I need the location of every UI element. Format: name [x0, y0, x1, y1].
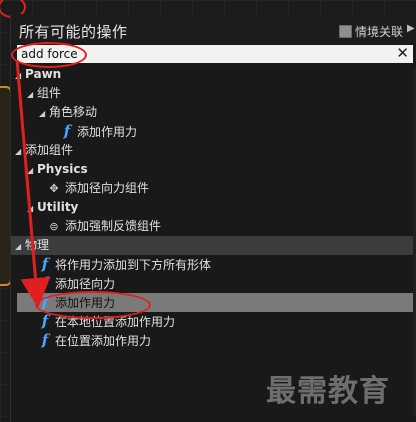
function-icon: f — [41, 312, 49, 330]
action-item[interactable]: f 在位置添加作用力 — [11, 331, 416, 350]
row-label: 添加径向力 — [55, 277, 116, 291]
context-sensitive-label[interactable]: 情境关联 — [355, 23, 403, 40]
action-item[interactable]: ✥ 添加径向力组件 — [11, 179, 416, 198]
category-row[interactable]: ◢ 物理 — [11, 236, 416, 255]
function-icon: f — [63, 122, 71, 140]
function-icon: f — [41, 274, 49, 292]
action-item[interactable]: ⊜ 添加强制反馈组件 — [11, 217, 416, 236]
gamepad-icon: ⊜ — [49, 220, 59, 233]
expand-triangle-icon[interactable]: ◢ — [15, 237, 25, 256]
expand-triangle-icon[interactable]: ◢ — [27, 85, 37, 104]
action-menu-panel: 所有可能的操作 情境关联 ▶ ✕ ◢Pawn◢组件◢角色移动f添加作用力◢添加组… — [10, 14, 416, 422]
category-row[interactable]: ◢ 角色移动 — [11, 103, 416, 122]
row-label: Utility — [37, 200, 79, 214]
category-row[interactable]: ◢ 组件 — [11, 84, 416, 103]
expand-triangle-icon[interactable]: ◢ — [27, 161, 37, 180]
annotation-circle-selected-item — [35, 291, 151, 319]
context-sensitive-checkbox[interactable] — [339, 25, 352, 38]
action-item[interactable]: f 将作用力添加到下方所有形体 — [11, 255, 416, 274]
expand-triangle-icon[interactable]: ◢ — [15, 66, 25, 85]
category-row[interactable]: ◢ Pawn — [11, 65, 416, 84]
row-label: 在位置添加作用力 — [55, 334, 152, 348]
expand-triangle-icon[interactable]: ◢ — [39, 104, 49, 123]
row-label: 添加强制反馈组件 — [65, 219, 162, 233]
function-icon: f — [41, 331, 49, 349]
clear-search-icon[interactable]: ✕ — [396, 44, 409, 62]
category-row[interactable]: ◢ 添加组件 — [11, 141, 416, 160]
function-icon: f — [41, 255, 49, 273]
component-icon: ✥ — [49, 182, 59, 195]
expand-triangle-icon[interactable]: ◢ — [27, 199, 37, 218]
row-label: 角色移动 — [49, 105, 98, 119]
row-label: 添加径向力组件 — [65, 181, 150, 195]
row-label: 将作用力添加到下方所有形体 — [55, 258, 212, 272]
action-item[interactable]: f 添加径向力 — [11, 274, 416, 293]
row-label: Physics — [37, 162, 88, 176]
row-label: 添加作用力 — [77, 125, 138, 139]
expand-triangle-icon[interactable]: ◢ — [15, 142, 25, 161]
category-row[interactable]: ◢ Physics — [11, 160, 416, 179]
row-label: 物理 — [25, 238, 50, 252]
action-item[interactable]: f 添加作用力 — [11, 122, 416, 141]
row-label: 添加组件 — [25, 143, 74, 157]
action-menu-header: 所有可能的操作 情境关联 ▶ — [11, 14, 416, 44]
row-label: 组件 — [37, 86, 62, 100]
category-row[interactable]: ◢ Utility — [11, 198, 416, 217]
context-expand-arrow-icon[interactable]: ▶ — [407, 23, 415, 34]
row-label: Pawn — [25, 67, 62, 81]
watermark-text: 最需教育 — [266, 374, 390, 409]
panel-title: 所有可能的操作 — [19, 23, 128, 41]
